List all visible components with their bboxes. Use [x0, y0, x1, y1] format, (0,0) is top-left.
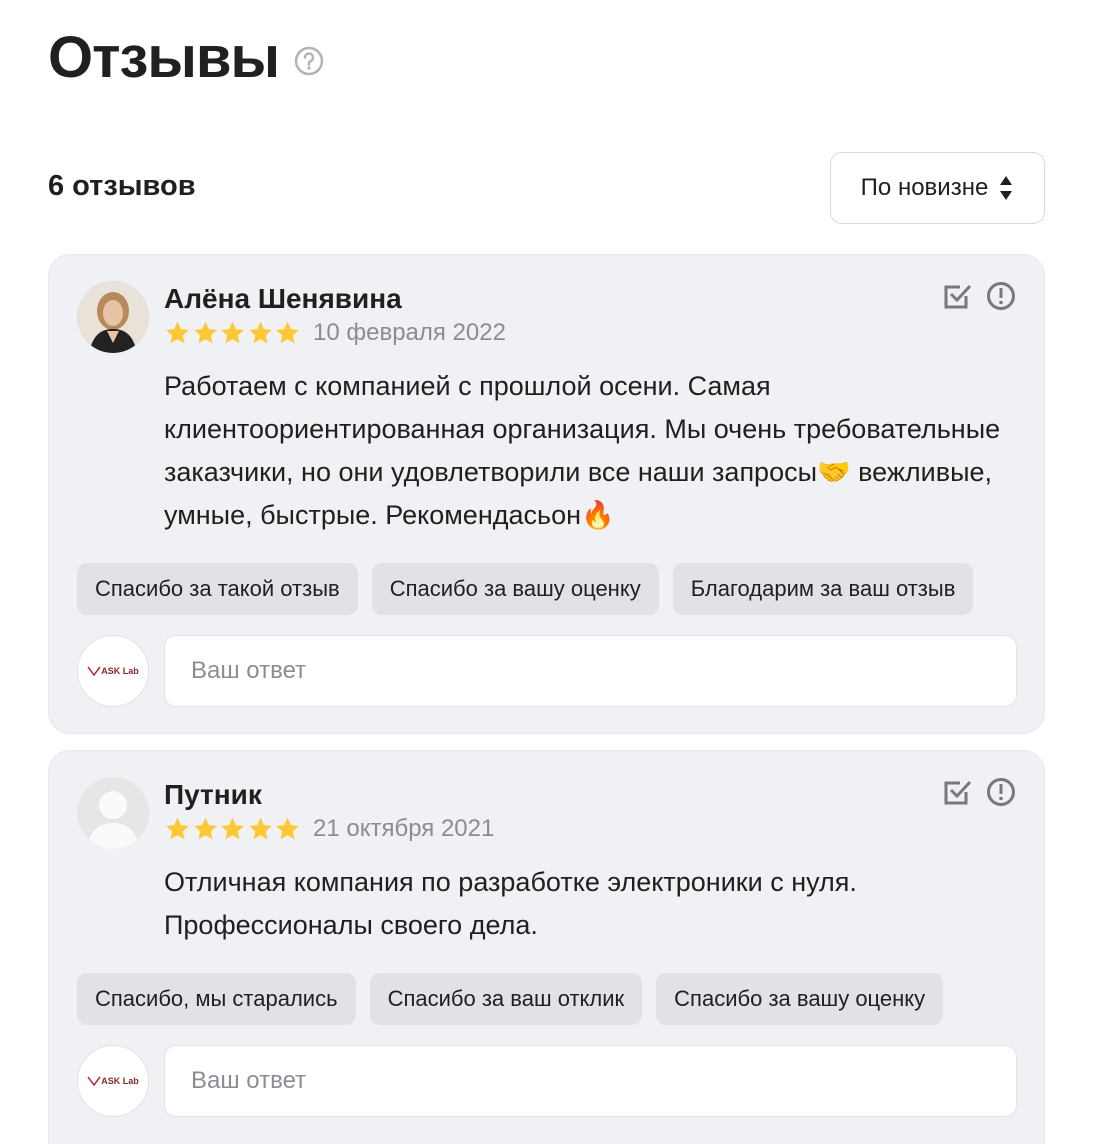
review-card: Алёна Шенявина 10 февраля 2022 Работаем …	[48, 254, 1045, 734]
quick-reply-button[interactable]: Спасибо, мы старались	[77, 973, 356, 1025]
company-avatar: ASK Lab	[77, 635, 149, 707]
review-date: 10 февраля 2022	[313, 319, 506, 346]
page-title: Отзывы	[48, 25, 280, 90]
author-name[interactable]: Путник	[164, 779, 262, 811]
checkbox-check-icon[interactable]	[942, 777, 972, 807]
company-logo-text: ASK Lab	[101, 1076, 139, 1086]
company-logo-mark	[87, 666, 101, 676]
review-card: Путник 21 октября 2021 Отличная компания…	[48, 750, 1045, 1144]
rating-stars	[164, 320, 302, 346]
company-avatar: ASK Lab	[77, 1045, 149, 1117]
review-date: 21 октября 2021	[313, 815, 495, 842]
reply-input[interactable]	[164, 1045, 1017, 1117]
sort-arrows-icon	[1000, 176, 1013, 200]
star-icon	[276, 321, 299, 344]
avatar[interactable]	[77, 777, 149, 849]
star-icon	[166, 817, 189, 840]
checkbox-check-icon[interactable]	[942, 281, 972, 311]
review-count: 6 отзывов	[48, 170, 196, 202]
review-text: Работаем с компанией с прошлой осени. Са…	[164, 371, 1001, 530]
star-icon	[193, 321, 217, 344]
review-actions	[942, 281, 1016, 311]
star-icon	[248, 817, 272, 840]
avatar[interactable]	[77, 281, 149, 353]
star-icon	[193, 817, 217, 840]
author-name[interactable]: Алёна Шенявина	[164, 283, 402, 315]
quick-replies: Спасибо за такой отзыв Спасибо за вашу о…	[77, 563, 974, 615]
sort-label: По новизне	[860, 174, 989, 201]
reply-row: ASK Lab	[77, 635, 1017, 707]
reviews-summary: 6 отзывов По новизне	[48, 152, 1045, 224]
reply-input[interactable]	[164, 635, 1017, 707]
quick-reply-button[interactable]: Спасибо за вашу оценку	[656, 973, 944, 1025]
company-logo-text: ASK Lab	[101, 666, 139, 676]
reply-row: ASK Lab	[77, 1045, 1017, 1117]
question-circle-icon[interactable]	[293, 45, 325, 77]
quick-reply-button[interactable]: Спасибо за ваш отклик	[369, 973, 643, 1025]
quick-replies: Спасибо, мы старались Спасибо за ваш отк…	[77, 973, 944, 1025]
review-actions	[942, 777, 1016, 807]
review-text: Отличная компания по разработке электрон…	[164, 867, 857, 940]
page-header: Отзывы	[48, 22, 325, 94]
star-icon	[276, 817, 299, 840]
sort-button[interactable]: По новизне	[830, 152, 1045, 224]
company-logo-mark	[87, 1076, 101, 1086]
star-icon	[166, 321, 189, 344]
star-icon	[248, 321, 272, 344]
quick-reply-button[interactable]: Спасибо за вашу оценку	[371, 563, 659, 615]
quick-reply-button[interactable]: Спасибо за такой отзыв	[77, 563, 358, 615]
star-icon	[221, 817, 244, 840]
star-icon	[221, 321, 244, 344]
report-exclamation-icon[interactable]	[986, 777, 1016, 807]
rating-stars	[164, 816, 302, 842]
quick-reply-button[interactable]: Благодарим за ваш отзыв	[672, 563, 974, 615]
report-exclamation-icon[interactable]	[986, 281, 1016, 311]
